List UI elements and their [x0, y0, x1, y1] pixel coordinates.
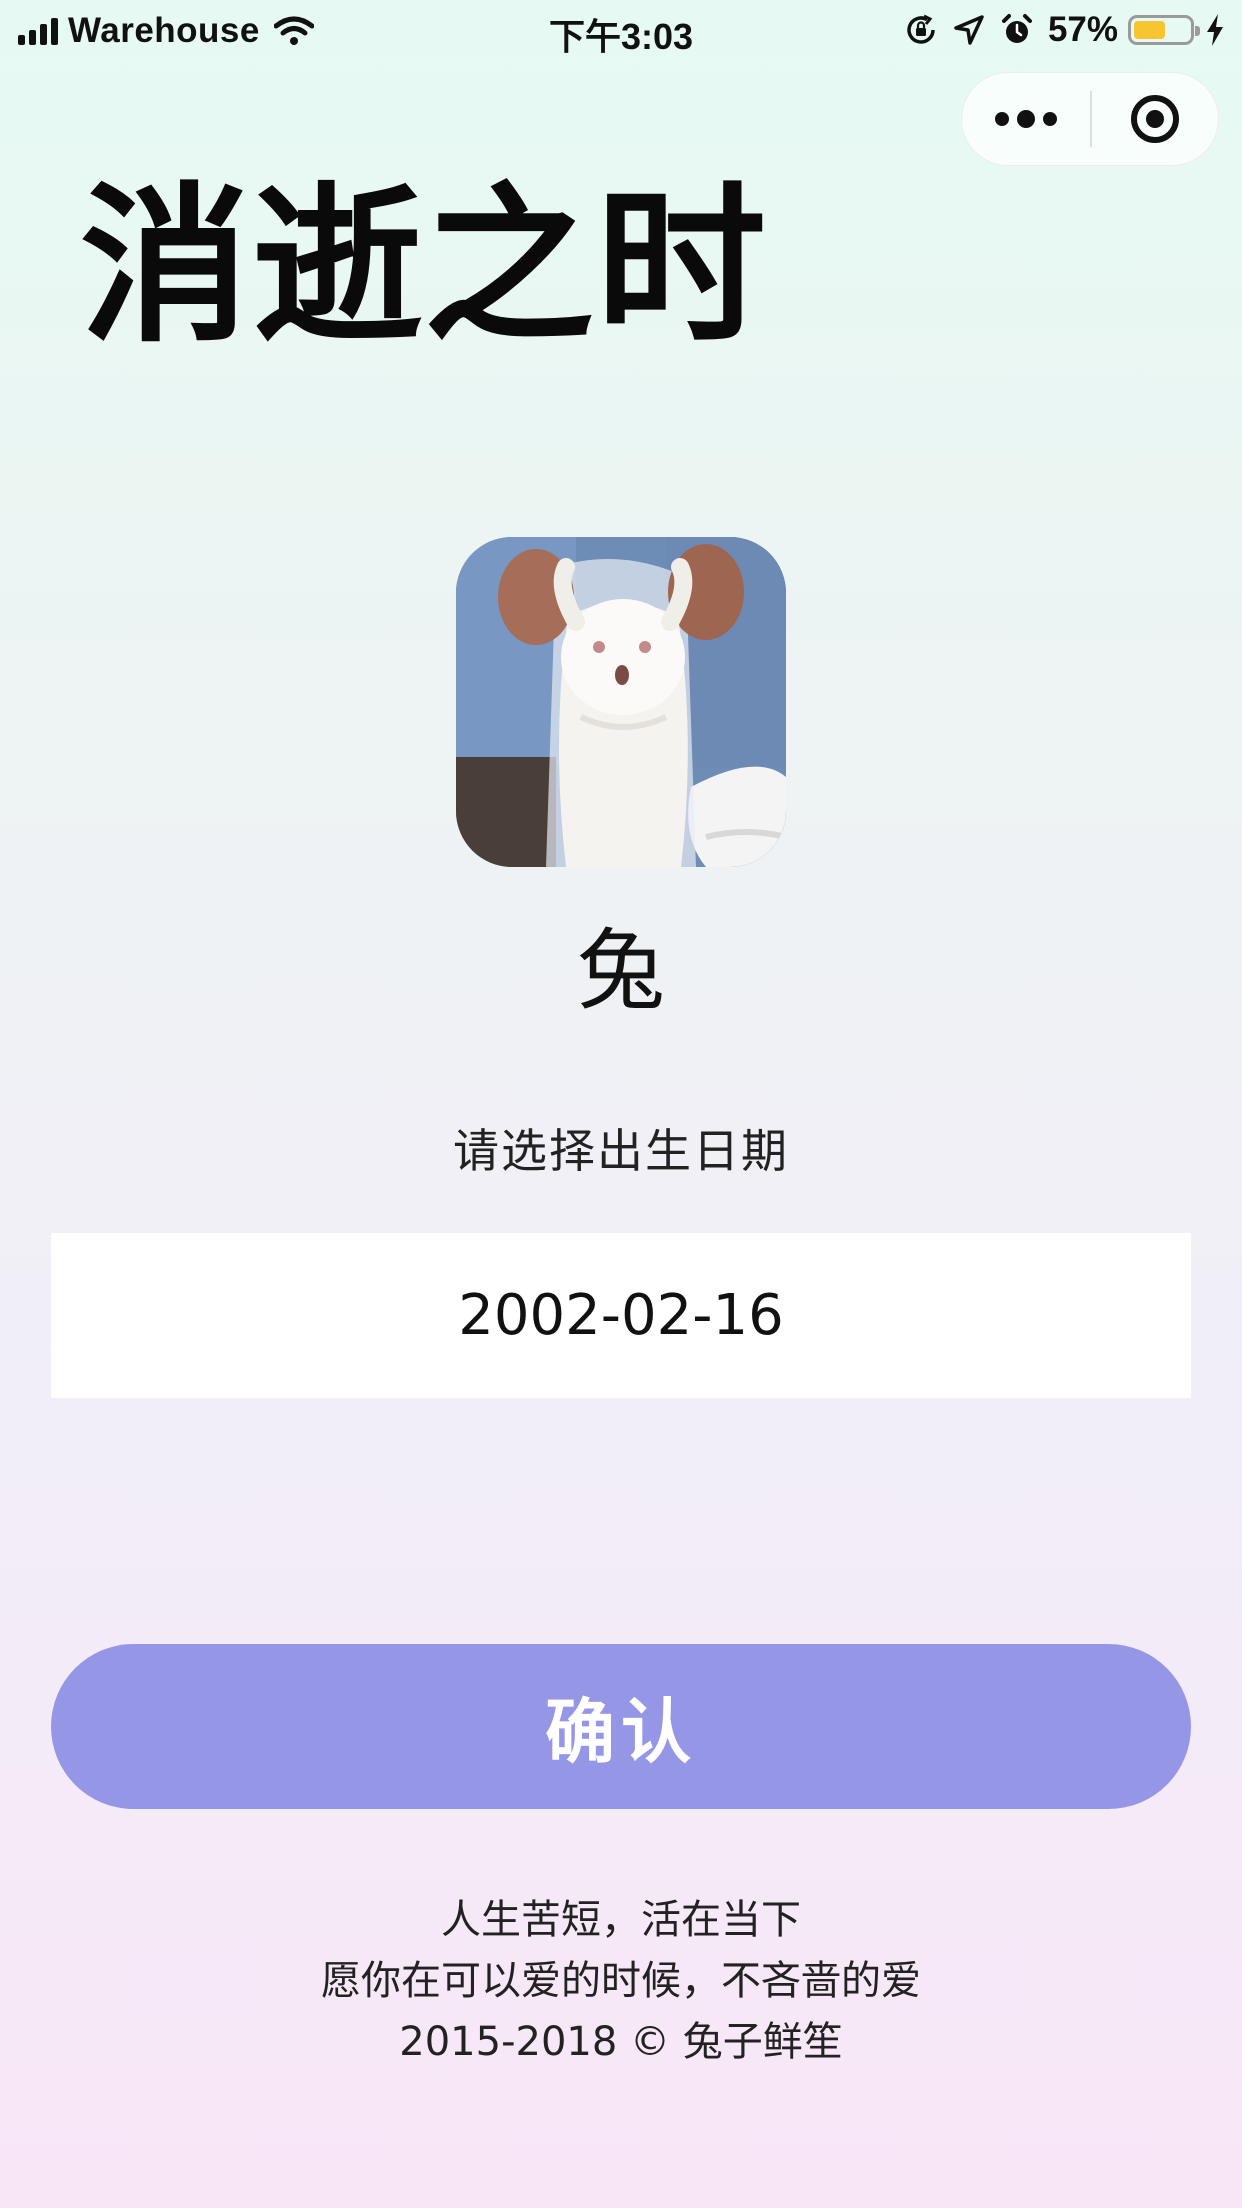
birth-date-picker[interactable]: 2002-02-16: [51, 1233, 1191, 1398]
rabbit-photo: [456, 537, 786, 867]
more-dots-icon[interactable]: [962, 72, 1090, 166]
footer-line-2: 愿你在可以爱的时候，不吝啬的爱: [321, 1958, 921, 2004]
charging-icon: [1207, 14, 1223, 46]
zodiac-label: 兔: [576, 919, 665, 1022]
target-icon[interactable]: [1092, 72, 1218, 166]
battery-icon: [1128, 15, 1200, 45]
footer: 人生苦短，活在当下 愿你在可以爱的时候，不吝啬的爱 2015-2018 © 兔子…: [0, 1890, 1242, 2073]
confirm-button-label: 确认: [545, 1691, 697, 1773]
footer-line-1: 人生苦短，活在当下: [441, 1897, 801, 1943]
alarm-icon: [1001, 14, 1032, 43]
battery-percent: 57%: [1047, 10, 1118, 49]
birth-date-value: 2002-02-16: [458, 1283, 784, 1348]
date-prompt: 请选择出生日期: [453, 1124, 789, 1178]
avatar: [456, 537, 786, 867]
orientation-lock-icon: [907, 14, 935, 44]
footer-copyright: 2015-2018 © 兔子鲜笙: [399, 2019, 843, 2065]
mini-program-capsule: [961, 72, 1219, 166]
status-bar: Warehouse 下午3:03 57%: [0, 0, 1242, 62]
battery-level: [1134, 21, 1165, 39]
confirm-button[interactable]: 确认: [51, 1644, 1191, 1809]
status-bar-right: 57%: [904, 10, 1226, 50]
page-title: 消逝之时: [80, 168, 769, 366]
location-icon: [954, 15, 984, 45]
